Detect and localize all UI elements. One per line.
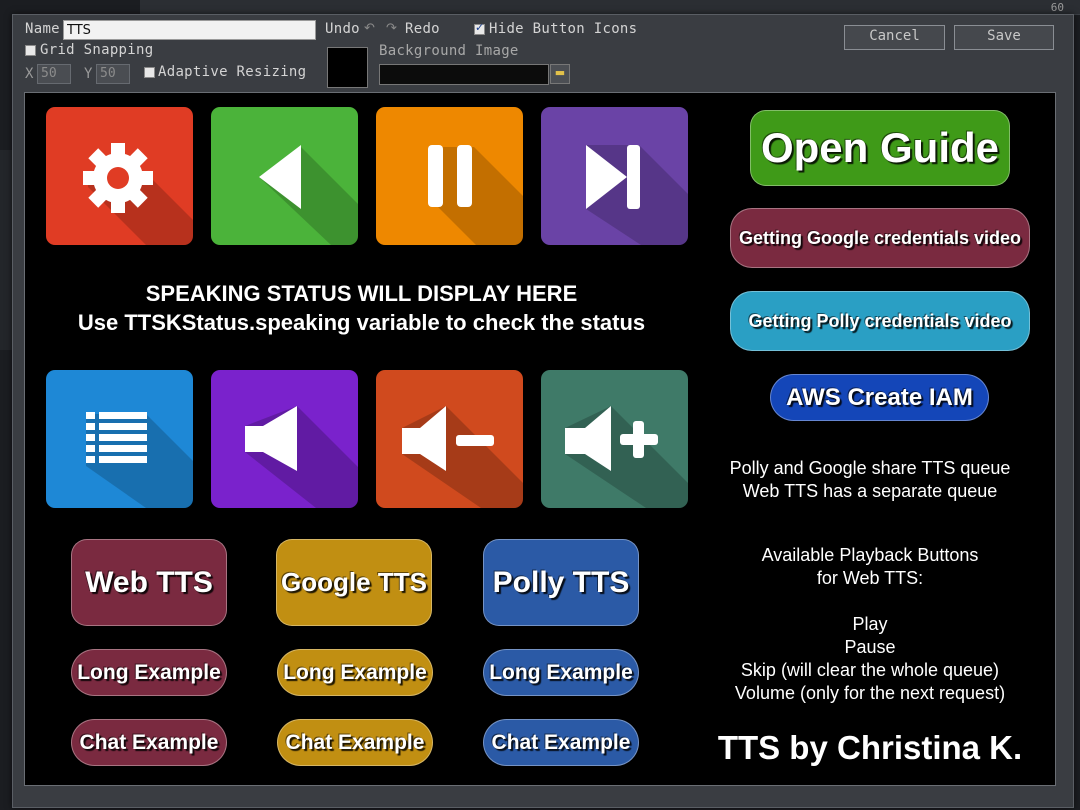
pause-tile[interactable] [376, 107, 523, 245]
settings-tile[interactable] [46, 107, 193, 245]
volume-icon [245, 406, 358, 508]
adaptive-resizing-label: Adaptive Resizing [158, 64, 307, 80]
playback-skip: Skip (will clear the whole queue) [740, 660, 1000, 680]
google-tts-button[interactable]: Google TTS [276, 539, 432, 626]
hide-button-icons-label: Hide Button Icons [489, 21, 638, 37]
volume-down-tile[interactable] [376, 370, 523, 508]
undo-icon[interactable]: ↶ [364, 21, 375, 36]
background-toolbar-strip: 60 [140, 0, 1080, 15]
undo-label[interactable]: Undo [325, 21, 360, 37]
open-guide-button[interactable]: Open Guide [750, 110, 1010, 186]
y-label: Y [84, 66, 93, 82]
hide-button-icons-checkbox[interactable] [474, 21, 485, 35]
save-button[interactable]: Save [954, 25, 1054, 50]
list-icon [86, 412, 193, 508]
adaptive-resizing-checkbox[interactable] [144, 67, 155, 78]
corner-number: 60 [1050, 1, 1064, 14]
author-credit: TTS by Christina K. [717, 729, 1023, 766]
folder-open-icon[interactable]: ▬ [550, 64, 570, 84]
skip-icon [586, 145, 688, 245]
queue-info-line1: Polly and Google share TTS queue [729, 458, 1011, 478]
web-chat-example-button[interactable]: Chat Example [71, 719, 227, 766]
cancel-button[interactable]: Cancel [844, 25, 945, 50]
queue-info-line2: Web TTS has a separate queue [742, 481, 998, 501]
skip-tile[interactable] [541, 107, 688, 245]
x-input[interactable]: 50 [37, 64, 71, 84]
volume-up-tile[interactable] [541, 370, 688, 508]
web-tts-button[interactable]: Web TTS [71, 539, 227, 626]
name-label: Name [25, 21, 60, 37]
list-tile[interactable] [46, 370, 193, 508]
pause-icon [428, 145, 523, 245]
volume-up-icon [565, 406, 688, 508]
available-buttons-line2: for Web TTS: [816, 568, 924, 588]
polly-long-example-button[interactable]: Long Example [483, 649, 639, 696]
previous-tile[interactable] [211, 107, 358, 245]
google-credentials-video-button[interactable]: Getting Google credentials video [730, 208, 1030, 268]
speaking-status-line2: Use TTSKStatus.speaking variable to chec… [77, 310, 646, 335]
google-long-example-button[interactable]: Long Example [277, 649, 433, 696]
button-canvas: SPEAKING STATUS WILL DISPLAY HERE Use TT… [24, 92, 1056, 786]
polly-chat-example-button[interactable]: Chat Example [483, 719, 639, 766]
volume-down-icon [402, 406, 523, 508]
playback-play: Play [852, 614, 888, 634]
playback-volume: Volume (only for the next request) [734, 683, 1006, 703]
redo-icon[interactable]: ↷ [386, 21, 397, 36]
available-buttons-line1: Available Playback Buttons [761, 545, 979, 565]
grid-snapping-label: Grid Snapping [40, 42, 154, 58]
redo-label[interactable]: Redo [405, 21, 440, 37]
speaking-status-line1: SPEAKING STATUS WILL DISPLAY HERE [145, 281, 578, 306]
playback-pause: Pause [844, 637, 896, 657]
name-input[interactable] [63, 20, 316, 40]
polly-credentials-video-button[interactable]: Getting Polly credentials video [730, 291, 1030, 351]
aws-create-iam-button[interactable]: AWS Create IAM [770, 374, 989, 421]
background-image-path[interactable] [379, 64, 549, 85]
google-chat-example-button[interactable]: Chat Example [277, 719, 433, 766]
grid-snapping-checkbox[interactable] [25, 45, 36, 56]
polly-tts-button[interactable]: Polly TTS [483, 539, 639, 626]
gear-icon [83, 143, 193, 245]
volume-tile[interactable] [211, 370, 358, 508]
previous-icon [259, 145, 358, 245]
background-image-label: Background Image [379, 43, 519, 59]
x-label: X [25, 66, 34, 82]
y-input[interactable]: 50 [96, 64, 130, 84]
web-long-example-button[interactable]: Long Example [71, 649, 227, 696]
background-color-swatch[interactable] [327, 47, 368, 88]
